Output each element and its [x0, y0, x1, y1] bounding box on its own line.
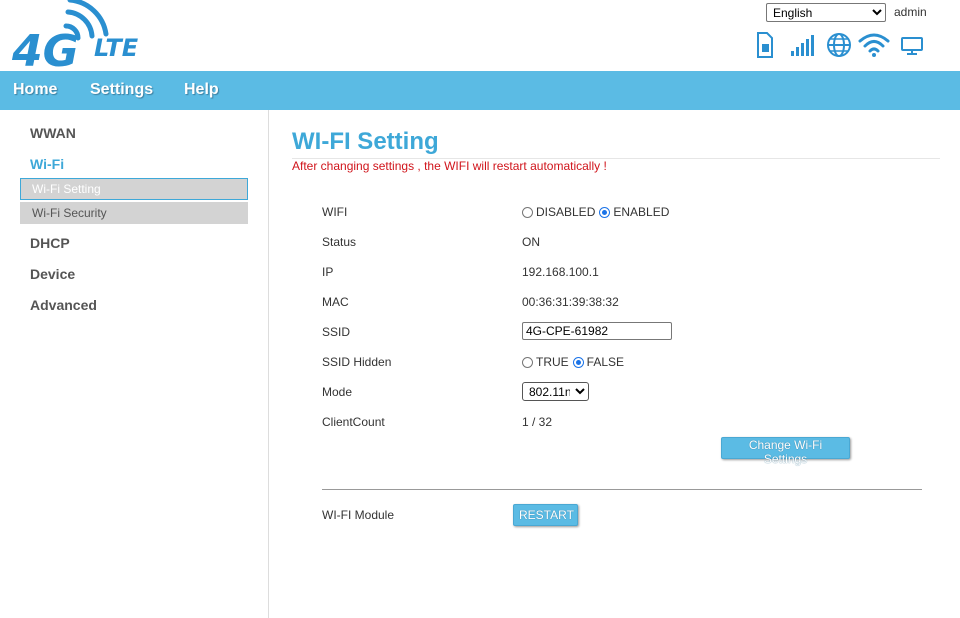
ssid-hidden-true-label: TRUE: [536, 355, 569, 369]
logo: 4G LTE: [11, 0, 157, 77]
logo-lte: LTE: [94, 34, 139, 62]
nav-home[interactable]: Home: [13, 81, 57, 99]
ip-value: 192.168.100.1: [522, 265, 599, 279]
change-wifi-settings-button[interactable]: Change Wi-Fi Settings: [721, 437, 850, 466]
nav-help[interactable]: Help: [184, 81, 219, 99]
wifi-icon: [858, 33, 890, 57]
logo-graphic: 4G LTE: [11, 0, 139, 77]
ssid-hidden-label: SSID Hidden: [322, 355, 392, 369]
nav-settings[interactable]: Settings: [90, 81, 153, 99]
ssid-label: SSID: [322, 325, 351, 339]
status-value: ON: [522, 235, 540, 249]
sidebar-item-wifi-security[interactable]: Wi-Fi Security: [20, 202, 248, 224]
mode-select[interactable]: 802.11n: [522, 382, 589, 401]
globe-icon: [827, 33, 851, 57]
client-count-label: ClientCount: [322, 415, 385, 429]
ssid-hidden-radio-group: TRUE FALSE: [522, 355, 628, 369]
logo-4g: 4G: [12, 26, 79, 72]
page-title: WI-FI Setting: [292, 128, 439, 155]
wifi-radio-group: DISABLED ENABLED: [522, 205, 673, 219]
sidebar-item-wifi-setting[interactable]: Wi-Fi Setting: [20, 178, 248, 200]
wifi-enabled-radio[interactable]: [599, 206, 611, 218]
section-divider: [322, 489, 922, 490]
mac-label: MAC: [322, 295, 349, 309]
wifi-disabled-label: DISABLED: [536, 205, 596, 219]
signal-bars-icon: [791, 35, 814, 56]
restart-notice: After changing settings , the WIFI will …: [292, 159, 607, 173]
monitor-icon: [901, 37, 923, 55]
wifi-module-label: WI-FI Module: [322, 508, 395, 522]
sidebar: WWAN Wi-Fi Wi-Fi Setting Wi-Fi Security …: [0, 110, 269, 618]
ssid-input[interactable]: [522, 322, 672, 340]
mac-value: 00:36:31:39:38:32: [522, 295, 619, 309]
mode-label: Mode: [322, 385, 353, 399]
top-nav: Home Settings Help: [0, 71, 960, 110]
ssid-hidden-false-label: FALSE: [586, 355, 625, 369]
ssid-hidden-false-radio[interactable]: [572, 356, 584, 368]
sidebar-group-dhcp[interactable]: DHCP: [30, 235, 70, 251]
status-label: Status: [322, 235, 357, 249]
sidebar-group-wifi[interactable]: Wi-Fi: [30, 156, 64, 172]
restart-button[interactable]: RESTART: [513, 504, 578, 526]
wifi-label: WIFI: [322, 205, 348, 219]
ssid-hidden-true-radio[interactable]: [522, 356, 533, 368]
client-count-value: 1 / 32: [522, 415, 553, 429]
language-select[interactable]: English: [766, 3, 886, 22]
ip-label: IP: [322, 265, 334, 279]
sim-card-icon: [757, 32, 773, 58]
sidebar-group-advanced[interactable]: Advanced: [30, 297, 97, 313]
sidebar-group-wwan[interactable]: WWAN: [30, 125, 76, 141]
user-name: admin: [894, 5, 927, 19]
wifi-enabled-label: ENABLED: [613, 205, 670, 219]
wifi-disabled-radio[interactable]: [522, 206, 533, 218]
sidebar-group-device[interactable]: Device: [30, 266, 75, 282]
